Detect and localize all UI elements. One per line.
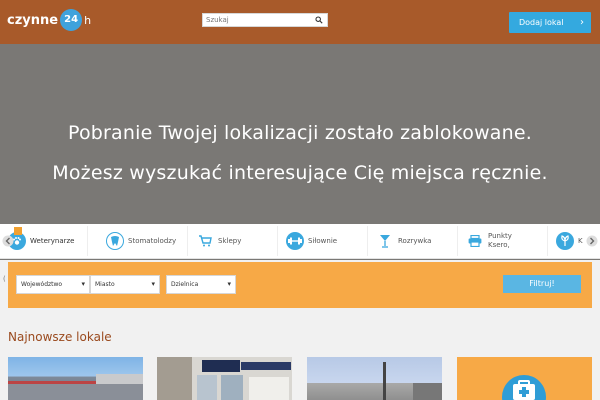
chevron-right-icon: › — [580, 17, 584, 28]
add-place-label: Dodaj lokal — [519, 18, 564, 27]
category-label: K — [578, 237, 583, 245]
tooth-icon — [106, 232, 124, 250]
manual-search-message: Możesz wyszukać interesujące Cię miejsca… — [52, 162, 548, 184]
city-label: Miasto — [95, 281, 115, 288]
filter-bar: Województwo ▾ Miasto ▾ Dzielnica ▾ Filtr… — [8, 262, 592, 308]
category-label: Stomatolodzy — [128, 237, 177, 245]
category-label: Siłownie — [308, 237, 338, 245]
carousel-next-icon[interactable] — [586, 234, 598, 248]
category-entertainment[interactable]: Rozrywka — [376, 226, 458, 256]
sidebar-edge: ( — [3, 275, 6, 283]
dumbbell-icon — [286, 232, 304, 250]
district-label: Dzielnica — [171, 281, 199, 288]
chevron-down-icon: ▾ — [151, 280, 155, 288]
chevron-down-icon: ▾ — [227, 280, 231, 288]
place-thumbnail[interactable] — [307, 357, 442, 400]
category-label: Punkty Ksero, — [488, 232, 512, 249]
search-icon[interactable] — [315, 16, 323, 24]
category-shops[interactable]: Sklepy — [196, 226, 278, 256]
city-select[interactable]: Miasto ▾ — [90, 275, 160, 294]
add-place-button[interactable]: Dodaj lokal › — [509, 12, 591, 33]
top-bar: czynne 24 h Dodaj lokal › — [0, 0, 600, 44]
search-box[interactable] — [202, 13, 328, 27]
category-carousel: Weterynarze Stomatolodzy Sklepy Siłownie… — [0, 224, 600, 259]
place-thumbnail[interactable] — [157, 357, 292, 400]
voivodeship-label: Województwo — [21, 281, 63, 288]
chevron-down-icon: ▾ — [81, 280, 85, 288]
category-gyms[interactable]: Siłownie — [286, 226, 368, 256]
logo-badge: 24 — [60, 9, 83, 31]
voivodeship-select[interactable]: Województwo ▾ — [16, 275, 90, 294]
location-blocked-message: Pobranie Twojej lokalizacji zostało zabl… — [67, 122, 533, 144]
filter-button[interactable]: Filtruj! — [503, 275, 581, 293]
first-aid-kit-icon — [502, 375, 546, 400]
cart-icon — [196, 232, 214, 250]
category-copy-points[interactable]: Punkty Ksero, — [466, 226, 548, 256]
category-label: Rozrywka — [398, 237, 432, 245]
carousel-prev-icon[interactable] — [2, 234, 14, 248]
category-label: Weterynarze — [30, 237, 75, 245]
logo-text: czynne — [7, 12, 59, 28]
category-dentists[interactable]: Stomatolodzy — [106, 226, 188, 256]
district-select[interactable]: Dzielnica ▾ — [166, 275, 236, 294]
printer-icon — [466, 232, 484, 250]
active-category-marker — [14, 227, 22, 235]
plant-icon — [556, 232, 574, 250]
newest-places-heading: Najnowsze lokale — [8, 330, 112, 344]
cocktail-icon — [376, 232, 394, 250]
site-logo[interactable]: czynne 24 h — [7, 8, 91, 32]
logo-suffix: h — [84, 13, 92, 27]
category-label: Sklepy — [218, 237, 242, 245]
search-input[interactable] — [203, 14, 319, 26]
place-thumbnail-placeholder[interactable] — [457, 357, 592, 400]
place-thumbnail[interactable] — [8, 357, 143, 400]
